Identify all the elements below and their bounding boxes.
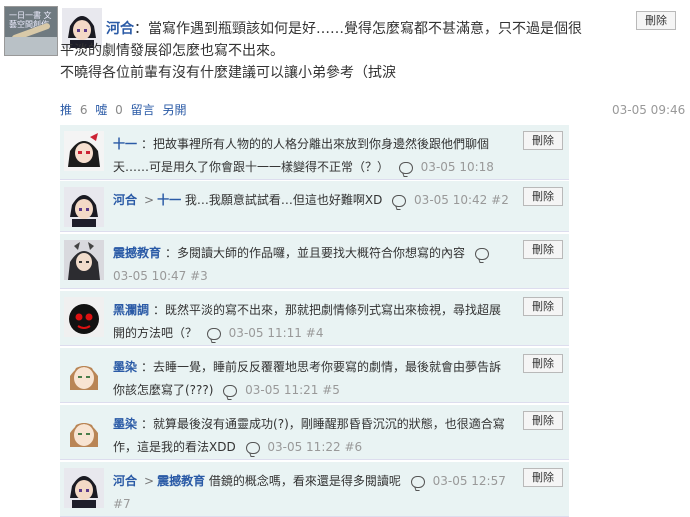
reply-to-arrow: > [144,193,155,207]
open-new-link[interactable]: 另開 [162,103,186,117]
reply-avatar[interactable] [64,411,104,451]
reply-item: 墨染 ：去睡一覺，睡前反反覆覆地思考你要寫的劇情，最後就會由夢告訴你該怎麼寫了(?… [60,348,569,403]
reply-delete-button[interactable]: 刪除 [523,240,563,259]
reply-avatar[interactable] [64,468,104,508]
reply-floor: #7 [113,497,131,511]
reply-floor: #3 [190,269,208,283]
reply-author[interactable]: 河合 [113,474,137,488]
push-count: 6 [79,103,88,117]
boo-count: 0 [115,103,123,117]
reply-time: 03-05 10:18 [420,160,494,174]
post-actions: 推 6 噓 0 留言 另開 [60,101,190,118]
reply-delete-button[interactable]: 刪除 [523,131,563,150]
reply-avatar[interactable] [64,354,104,394]
reply-author[interactable]: 河合 [113,193,137,207]
reply-floor: #5 [322,383,340,397]
comment-bubble-icon[interactable] [245,441,260,454]
reply-avatar[interactable] [64,131,104,171]
reply-text: 借鏡的概念嗎，看來還是得多閱讀呢 [208,474,401,488]
reply-text: ：多閱讀大師的作品囉，並且要找大概符合你想寫的內容 [165,246,466,260]
comment-bubble-icon[interactable] [398,161,413,174]
reply-time: 03-05 12:57 [432,474,506,488]
reply-item: 十一 ：把故事裡所有人物的的人格分離出來放到你身邊然後跟他們聊個天……可是用久了你… [60,125,569,197]
reply-author[interactable]: 黑瀾調 [113,303,149,317]
post-thumbnail[interactable]: 一日一書 文藝空間創作 [4,6,58,56]
reply-target[interactable]: 十一 [157,193,181,207]
reply-target[interactable]: 震撼教育 [157,474,205,488]
post-timestamp: 03-05 09:46 [612,103,686,117]
reply-floor: #2 [491,193,509,207]
reply-delete-button[interactable]: 刪除 [523,468,563,487]
reply-item: 河合 > 十一 我…我願意試試看…但這也好難啊XD 03-05 10:42 #2 刪… [60,181,569,232]
reply-text: 我…我願意試試看…但這也好難啊XD [184,193,383,207]
comment-bubble-icon[interactable] [223,384,238,397]
post-line-3: 不曉得各位前輩有沒有什麼建議可以讓小弟參考（拭淚 [60,65,396,81]
reply-avatar[interactable] [64,297,104,337]
reply-delete-button[interactable]: 刪除 [523,411,563,430]
reply-author[interactable]: 墨染 [113,417,137,431]
comment-bubble-icon[interactable] [206,327,221,340]
push-link[interactable]: 推 [60,103,72,117]
post-delete-button[interactable]: 刪除 [636,11,676,30]
reply-avatar[interactable] [64,240,104,280]
reply-floor: #4 [305,326,324,340]
reply-item: 河合 > 震撼教育 借鏡的概念嗎，看來還是得多閱讀呢 03-05 12:57 #7 … [60,462,569,517]
reply-time: 03-05 11:21 [245,383,319,397]
reply-author[interactable]: 十一 [113,137,137,151]
post-line-1: ：當寫作遇到瓶頸該如何是好……覺得怎麼寫都不甚滿意，只不過是個很 [134,21,582,37]
comment-bubble-icon[interactable] [410,475,425,488]
reply-item: 震撼教育 ：多閱讀大師的作品囉，並且要找大概符合你想寫的內容 03-05 10:4… [60,234,569,289]
reply-to-arrow: > [144,474,155,488]
reply-delete-button[interactable]: 刪除 [523,187,563,206]
reply-author[interactable]: 墨染 [113,360,137,374]
reply-delete-button[interactable]: 刪除 [523,297,563,316]
reply-author[interactable]: 震撼教育 [113,246,161,260]
reply-avatar[interactable] [64,187,104,227]
reply-time: 03-05 10:47 [113,269,187,283]
reply-time: 03-05 10:42 [414,193,488,207]
reply-time: 03-05 11:22 [267,440,341,454]
post-body: 河合：當寫作遇到瓶頸該如何是好……覺得怎麼寫都不甚滿意，只不過是個很 平淡的劇情… [60,18,627,84]
reply-delete-button[interactable]: 刪除 [523,354,563,373]
comment-bubble-icon[interactable] [474,247,489,260]
reply-time: 03-05 11:11 [228,326,302,340]
reply-item: 墨染 ：就算最後沒有通靈成功(?)，剛睡醒那昏昏沉沉的狀態，也很適合寫作，這是我的… [60,405,569,460]
post-author-name[interactable]: 河合 [106,21,134,37]
reply-floor: #6 [344,440,363,454]
reply-link[interactable]: 留言 [131,103,155,117]
post-line-2: 平淡的劇情發展卻怎麼也寫不出來。 [60,43,284,59]
boo-link[interactable]: 噓 [95,103,107,117]
reply-item: 黑瀾調 ：既然平淡的寫不出來，那就把劇情條列式寫出來檢視，尋找超展開的方法吧（？ … [60,291,569,346]
comment-bubble-icon[interactable] [392,194,407,207]
